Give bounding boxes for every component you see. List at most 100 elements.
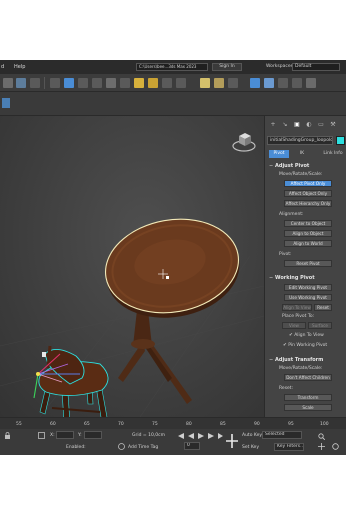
- status-bar: X: Y: Grid = 10,0cm Enabled: Add Time Ta…: [0, 429, 346, 455]
- add-time-tag-button[interactable]: Add Time Tag: [128, 445, 158, 450]
- align-to-world-button[interactable]: Align to World: [284, 240, 332, 247]
- main-toolbar: [0, 74, 346, 92]
- zoom-icon[interactable]: [318, 433, 325, 440]
- center-to-object-button[interactable]: Center to Object: [284, 220, 332, 227]
- key-filters-button[interactable]: Key Filters...: [274, 443, 304, 451]
- timeline-tick-label: 90: [254, 422, 260, 427]
- timeline-tick-label: 95: [288, 422, 294, 427]
- timeline-ruler[interactable]: 55 60 65 70 75 80 85 90 95 100: [0, 417, 346, 429]
- dont-affect-children-button[interactable]: Don't Affect Children: [284, 374, 332, 381]
- reset-pivot-button[interactable]: Reset Pivot: [284, 260, 332, 267]
- viewcube-icon[interactable]: [232, 128, 258, 154]
- tab-pivot[interactable]: Pivot: [269, 150, 289, 158]
- utilities-tab-icon[interactable]: ⚒: [329, 121, 337, 129]
- lock-selection-icon[interactable]: [4, 432, 11, 439]
- hierarchy-tab-icon[interactable]: ▣: [293, 121, 301, 129]
- menu-item-help[interactable]: Help: [14, 64, 25, 70]
- pivot-point-icon[interactable]: [120, 78, 130, 88]
- align-to-view-checkbox[interactable]: ✔ Align To View: [289, 333, 324, 338]
- reset-scale-button[interactable]: Scale: [284, 404, 332, 411]
- place-surface-button[interactable]: Surface: [308, 322, 332, 329]
- working-pivot-rollout-header[interactable]: Working Pivot: [267, 274, 345, 282]
- align-to-view-button[interactable]: Align To View: [282, 304, 312, 311]
- next-frame-icon[interactable]: [208, 433, 214, 439]
- perspective-viewport[interactable]: [0, 116, 264, 417]
- enabled-label: Enabled:: [66, 445, 86, 450]
- select-link-icon[interactable]: [16, 78, 26, 88]
- undo-icon[interactable]: [3, 78, 13, 88]
- orbit-icon[interactable]: [332, 443, 339, 450]
- previous-frame-icon[interactable]: [188, 433, 194, 439]
- go-to-end-icon[interactable]: [218, 433, 223, 439]
- select-move-icon[interactable]: [64, 78, 74, 88]
- align-to-object-button[interactable]: Align to Object: [284, 230, 332, 237]
- adjust-transform-rollout-header[interactable]: Adjust Transform: [267, 356, 345, 364]
- pin-working-pivot-checkbox[interactable]: ✔ Pin Working Pivot: [283, 343, 327, 348]
- transform-move-rotate-label: Move/Rotate/Scale:: [279, 366, 323, 371]
- affect-pivot-only-button[interactable]: Affect Pivot Only: [284, 180, 332, 187]
- render-icon[interactable]: [306, 78, 316, 88]
- go-to-start-icon[interactable]: [178, 433, 184, 439]
- named-selection-icon[interactable]: [176, 78, 186, 88]
- reference-coordinate-icon[interactable]: [106, 78, 116, 88]
- current-frame-field[interactable]: 0: [184, 442, 200, 450]
- select-object-icon[interactable]: [50, 78, 60, 88]
- render-setup-icon[interactable]: [278, 78, 288, 88]
- pan-view-icon[interactable]: [318, 443, 325, 450]
- timeline-tick-label: 60: [50, 422, 56, 427]
- reset-working-pivot-button[interactable]: Reset: [314, 304, 332, 311]
- x-coordinate-field[interactable]: [56, 431, 74, 439]
- adjust-pivot-rollout-header[interactable]: Adjust Pivot: [267, 162, 345, 170]
- timeline-tick-label: 100: [320, 422, 329, 427]
- display-tab-icon[interactable]: ▭: [317, 121, 325, 129]
- edit-working-pivot-button[interactable]: Edit Working Pivot: [284, 284, 332, 291]
- play-icon[interactable]: [198, 433, 204, 439]
- tab-link-info[interactable]: Link Info: [321, 150, 345, 158]
- use-working-pivot-button[interactable]: Use Working Pivot: [284, 294, 332, 301]
- object-name-field[interactable]: initialShadingGroup_loopolo_mesh: [267, 136, 333, 145]
- ribbon-toggle-button[interactable]: [2, 98, 10, 108]
- mirror-icon[interactable]: [200, 78, 210, 88]
- layer-explorer-icon[interactable]: [228, 78, 238, 88]
- place-pivot-to-label: Place Pivot To:: [282, 314, 315, 319]
- selection-set-dropdown[interactable]: Selected: [262, 431, 302, 439]
- y-coordinate-field[interactable]: [84, 431, 102, 439]
- place-view-button[interactable]: View: [282, 322, 306, 329]
- reset-label: Reset:: [279, 386, 294, 391]
- chair-model[interactable]: [33, 345, 110, 417]
- timeline-tick-label: 80: [186, 422, 192, 427]
- timeline-tick-label: 85: [220, 422, 226, 427]
- scene-explorer-icon[interactable]: [250, 78, 260, 88]
- grid-size-text: Grid = 10,0cm: [132, 433, 165, 438]
- percent-snap-icon[interactable]: [162, 78, 172, 88]
- menu-item-partial[interactable]: d: [1, 64, 4, 70]
- select-rotate-icon[interactable]: [78, 78, 88, 88]
- 3ds-max-window: d Help C:\Users\bee...3ds Max 2023 Sign …: [0, 60, 346, 455]
- modify-tab-icon[interactable]: ↘: [281, 121, 289, 129]
- set-key-button[interactable]: Set Key: [242, 445, 259, 450]
- absolute-mode-icon[interactable]: [38, 432, 45, 439]
- auto-key-button[interactable]: Auto Key: [242, 433, 262, 438]
- key-mode-icon[interactable]: [226, 434, 238, 448]
- select-scale-icon[interactable]: [92, 78, 102, 88]
- affect-object-only-button[interactable]: Affect Object Only: [284, 190, 332, 197]
- reset-transform-button[interactable]: Transform: [284, 394, 332, 401]
- render-frame-icon[interactable]: [292, 78, 302, 88]
- time-tag-icon[interactable]: [118, 443, 125, 450]
- workspace-dropdown[interactable]: Default: [292, 63, 340, 71]
- timeline-tick-label: 75: [152, 422, 158, 427]
- snaps-toggle-icon[interactable]: [134, 78, 144, 88]
- move-rotate-scale-label: Move/Rotate/Scale:: [279, 172, 323, 177]
- angle-snap-icon[interactable]: [148, 78, 158, 88]
- workspaces-label: Workspaces:: [266, 64, 295, 69]
- tab-ik[interactable]: IK: [295, 150, 309, 158]
- unlink-icon[interactable]: [30, 78, 40, 88]
- object-color-swatch[interactable]: [336, 136, 345, 145]
- align-icon[interactable]: [214, 78, 224, 88]
- create-tab-icon[interactable]: +: [269, 121, 277, 129]
- round-table-model[interactable]: [98, 209, 247, 404]
- material-editor-icon[interactable]: [264, 78, 274, 88]
- sign-in-button[interactable]: Sign In: [212, 63, 242, 71]
- affect-hierarchy-only-button[interactable]: Affect Hierarchy Only: [284, 200, 332, 207]
- motion-tab-icon[interactable]: ◐: [305, 121, 313, 129]
